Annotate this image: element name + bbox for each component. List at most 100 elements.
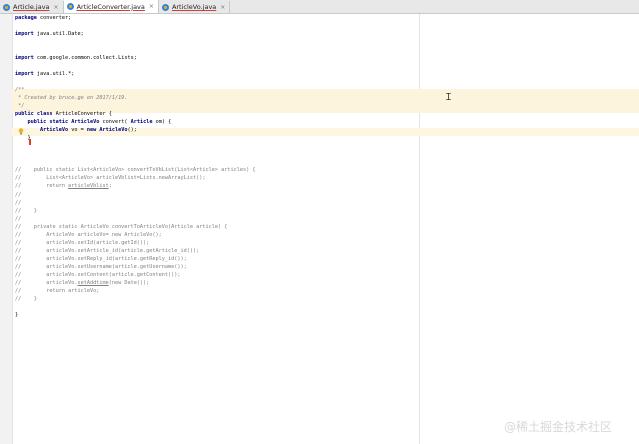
close-icon[interactable]: ×	[149, 3, 154, 10]
code-line[interactable]: //	[15, 215, 255, 223]
code-token: // articleVo.setReply_id(article.getRepl…	[15, 255, 187, 262]
code-token: }	[15, 312, 19, 319]
code-line[interactable]	[15, 303, 255, 311]
code-line[interactable]: }	[15, 134, 255, 142]
code-token: vo =	[71, 127, 87, 134]
close-icon[interactable]: ×	[220, 4, 225, 11]
code-line[interactable]	[15, 142, 255, 150]
code-line[interactable]	[15, 62, 255, 70]
code-line[interactable]: import java.util.*;	[15, 70, 255, 78]
code-token: // return articleVo;	[15, 288, 100, 295]
code-line[interactable]: // articleVo.setAddtime(new Date());	[15, 279, 255, 287]
code-token: com.google.common.collect.Lists;	[36, 54, 137, 61]
code-token: // articleVo.setArticle_id(article.getAr…	[15, 247, 200, 254]
code-line[interactable]: // articleVo.setReply_id(article.getRepl…	[15, 255, 255, 263]
code-line[interactable]: }	[15, 311, 255, 319]
code-token: // }	[15, 296, 37, 303]
code-token: public static	[27, 119, 72, 126]
code-token: java.util.*;	[36, 70, 75, 77]
code-token: articleVblist	[68, 183, 109, 190]
tab-articlevo-java[interactable]: ArticleVo.java ×	[159, 1, 231, 13]
code-token: (new Date());	[108, 280, 150, 287]
code-line[interactable]: // List<ArticleVo> articleVblist=Lists.n…	[15, 174, 255, 182]
code-line[interactable]: // return articleVblist;	[15, 182, 255, 190]
code-line[interactable]: // ArticleVo articleVo= new ArticleVo();	[15, 231, 255, 239]
lightbulb-icon[interactable]	[18, 128, 24, 135]
code-line[interactable]: * Created by bruce.ge on 2017/1/19.	[15, 94, 255, 102]
code-line[interactable]: // }	[15, 207, 255, 215]
java-class-icon	[3, 3, 10, 11]
tab-article-java[interactable]: Article.java ×	[0, 1, 64, 13]
code-line[interactable]	[15, 38, 255, 46]
code-line[interactable]: /**	[15, 86, 255, 94]
code-line[interactable]: // articleVo.setArticle_id(article.getAr…	[15, 247, 255, 255]
tab-label: Article.java	[13, 3, 50, 11]
code-token: ();	[127, 127, 137, 134]
code-line[interactable]: // articleVo.setId(article.getId());	[15, 239, 255, 247]
code-line[interactable]: */	[15, 102, 255, 110]
code-line[interactable]: public class ArticleConverter {	[15, 110, 255, 118]
code-token: // articleVo.setUsername(article.getUser…	[15, 263, 187, 270]
code-token: * Created by bruce.ge on 2017/1/19.	[15, 94, 128, 101]
text-caret	[29, 139, 31, 145]
code-line[interactable]: // articleVo.setUsername(article.getUser…	[15, 263, 255, 271]
code-line[interactable]	[15, 78, 255, 86]
code-token: // articleVo.	[15, 280, 78, 287]
code-token: // return	[15, 183, 69, 190]
code-line[interactable]	[15, 150, 255, 158]
code-editor[interactable]: package converter; import java.util.Date…	[15, 14, 255, 320]
code-token: // List<ArticleVo> articleVblist=Lists.n…	[15, 175, 206, 182]
tab-articleconverter-java[interactable]: ArticleConverter.java ×	[63, 0, 159, 13]
code-token: // articleVo.setContent(article.getConte…	[15, 272, 181, 278]
code-line[interactable]: import com.google.common.collect.Lists;	[15, 54, 255, 62]
code-token: ArticleVo	[99, 127, 128, 134]
close-icon[interactable]: ×	[54, 4, 59, 11]
code-token: //	[15, 215, 22, 222]
code-token: //	[15, 191, 22, 198]
code-token: // ArticleVo articleVo= new ArticleVo();	[15, 231, 162, 238]
code-line[interactable]: import java.util.Date;	[15, 30, 255, 38]
code-line[interactable]: ArticleVo vo = new ArticleVo();	[15, 126, 255, 134]
tab-label: ArticleVo.java	[171, 3, 217, 11]
code-line[interactable]: // private static ArticleVo convertToArt…	[15, 223, 255, 231]
code-token: */	[15, 103, 25, 110]
code-line[interactable]: // }	[15, 295, 255, 303]
code-line[interactable]	[15, 46, 255, 54]
watermark: @稀土掘金技术社区	[504, 420, 613, 434]
code-token: import	[15, 54, 37, 61]
java-class-icon	[161, 3, 169, 11]
code-line[interactable]	[15, 22, 255, 30]
right-margin-guide	[419, 14, 420, 444]
code-line[interactable]: // articleVo.setContent(article.getConte…	[15, 271, 255, 279]
code-token: convert(	[102, 119, 131, 126]
code-token: // }	[15, 207, 37, 214]
code-token: //	[15, 199, 22, 206]
code-token: // articleVo.setId(article.getId());	[15, 239, 150, 246]
code-token: // public static List<ArticleVo> convert…	[15, 167, 256, 174]
code-token: Article	[130, 119, 156, 126]
code-token: setAddtime	[77, 280, 109, 287]
code-line[interactable]: // return articleVo;	[15, 287, 255, 295]
code-line[interactable]: //	[15, 191, 255, 199]
code-token: om) {	[155, 119, 172, 126]
code-token: import	[15, 30, 37, 37]
code-line[interactable]: package converter;	[15, 14, 255, 22]
code-token: public class	[15, 111, 56, 118]
text-cursor-icon: Ｉ	[444, 93, 454, 103]
code-token: import	[15, 70, 37, 77]
code-token: new	[86, 127, 100, 134]
code-line[interactable]	[15, 158, 255, 166]
code-line[interactable]: //	[15, 199, 255, 207]
code-token: // private static ArticleVo convertToArt…	[15, 223, 228, 230]
tab-label: ArticleConverter.java	[76, 2, 145, 11]
code-token: package	[15, 14, 40, 21]
editor-tab-bar: Article.java × ArticleConverter.java × A…	[0, 0, 639, 14]
code-line[interactable]: public static ArticleVo convert( Article…	[15, 118, 255, 126]
code-token: ;	[108, 183, 112, 190]
code-token: java.util.Date;	[36, 30, 84, 37]
editor-gutter[interactable]	[0, 14, 13, 444]
code-line[interactable]: // public static List<ArticleVo> convert…	[15, 166, 255, 174]
code-token: ArticleConverter {	[55, 111, 112, 118]
code-token: /**	[15, 86, 25, 93]
